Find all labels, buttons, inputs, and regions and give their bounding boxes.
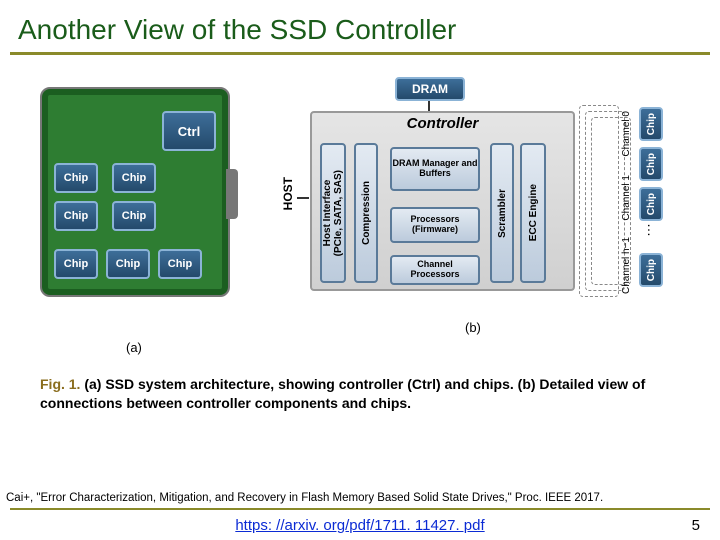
chip-block: Chip — [639, 187, 663, 221]
flash-chip: Chip — [106, 249, 150, 279]
figure-area: Ctrl Chip Chip Chip Chip Chip Chip Chip … — [40, 77, 680, 337]
fig-label: Fig. 1. — [40, 376, 80, 392]
dram-manager-block: DRAM Manager and Buffers — [390, 147, 480, 191]
title-rule — [10, 52, 710, 55]
controller-diagram: HOST DRAM Controller Host Interface (PCI… — [265, 77, 680, 317]
sublabel-a: (a) — [126, 340, 142, 355]
channel-label-0: Channel 0 — [621, 111, 632, 157]
channel-label-1: Channel 1 — [621, 175, 632, 221]
flash-chip: Chip — [54, 163, 98, 193]
compression-block: Compression — [354, 143, 378, 283]
figure-caption: Fig. 1. (a) SSD system architecture, sho… — [40, 375, 680, 413]
sublabel-b: (b) — [465, 320, 481, 335]
source-link[interactable]: https: //arxiv. org/pdf/1711. 11427. pdf — [0, 517, 720, 534]
arrow-icon — [297, 197, 309, 199]
page-number: 5 — [692, 517, 700, 534]
arrow-icon — [428, 101, 430, 111]
caption-text-a: (a) SSD system architecture, showing con… — [84, 376, 513, 392]
ecc-block: ECC Engine — [520, 143, 546, 283]
ellipsis: … — [645, 223, 661, 237]
controller-label: Controller — [312, 115, 573, 132]
dram-block: DRAM — [395, 77, 465, 101]
processors-block: Processors (Firmware) — [390, 207, 480, 243]
channel-label-h: Channel h−1 — [621, 237, 632, 294]
host-interface-block: Host Interface (PCIe, SATA, SAS) — [320, 143, 346, 283]
channel-processors-block: Channel Processors — [390, 255, 480, 285]
flash-chip: Chip — [158, 249, 202, 279]
flash-chip: Chip — [54, 201, 98, 231]
chip-block: Chip — [639, 147, 663, 181]
chip-block: Chip — [639, 107, 663, 141]
citation: Cai+, "Error Characterization, Mitigatio… — [6, 492, 714, 504]
scrambler-block: Scrambler — [490, 143, 514, 283]
flash-chip: Chip — [112, 201, 156, 231]
footer-rule — [10, 508, 710, 510]
flash-chip: Chip — [112, 163, 156, 193]
controller-box: Controller Host Interface (PCIe, SATA, S… — [310, 111, 575, 291]
chip-block: Chip — [639, 253, 663, 287]
slide-title: Another View of the SSD Controller — [0, 0, 720, 52]
controller-chip: Ctrl — [162, 111, 216, 151]
flash-chip: Chip — [54, 249, 98, 279]
ssd-pcb: Ctrl Chip Chip Chip Chip Chip Chip Chip — [40, 87, 230, 297]
host-label: HOST — [281, 177, 295, 210]
